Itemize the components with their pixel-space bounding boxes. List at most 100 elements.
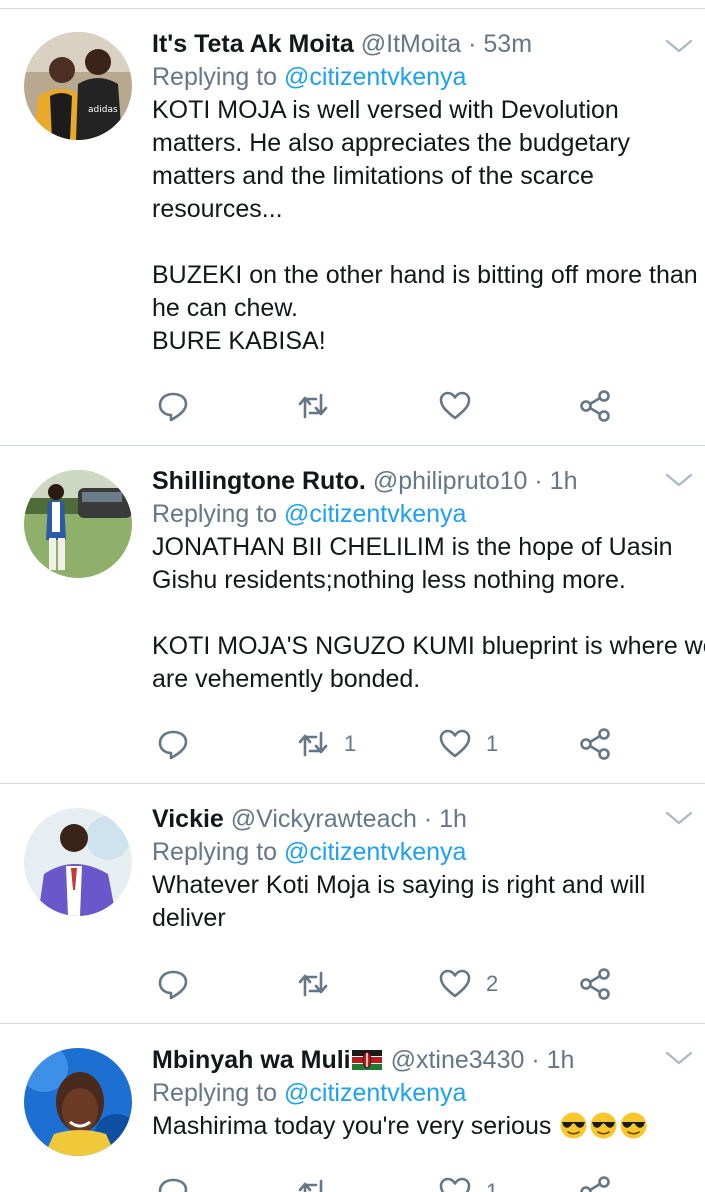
- sunglasses-emoji-icon: [619, 1111, 648, 1140]
- avatar[interactable]: adidas: [24, 32, 132, 140]
- tweet-line: matters. He also appreciates the budgeta…: [152, 129, 631, 157]
- heart-icon: [438, 389, 472, 423]
- tweet-divider: [0, 445, 705, 446]
- tweet-line: are vehemently bonded.: [152, 665, 421, 693]
- tweet-line: BURE KABISA!: [152, 327, 326, 355]
- timestamp[interactable]: · 1h: [534, 467, 577, 495]
- user-handle[interactable]: @Vickyrawteach: [231, 805, 417, 833]
- display-name[interactable]: It's Teta Ak Moita: [152, 30, 354, 58]
- like-button[interactable]: 1: [438, 726, 498, 762]
- like-button[interactable]: 2: [438, 966, 498, 1002]
- timestamp[interactable]: · 1h: [424, 805, 467, 833]
- replying-to-link[interactable]: @citizentvkenya: [284, 63, 466, 91]
- tweet-line: deliver: [152, 904, 226, 932]
- like-button[interactable]: [438, 388, 486, 424]
- tweet-text: JONATHAN BII CHELILIM is the hope of Uas…: [152, 531, 705, 696]
- tweet-line: Gishu residents;nothing less nothing mor…: [152, 566, 626, 594]
- reply-button[interactable]: [156, 726, 204, 762]
- share-button[interactable]: [578, 1174, 612, 1192]
- reply-button[interactable]: [156, 388, 204, 424]
- top-divider: [0, 8, 705, 9]
- display-name[interactable]: Shillingtone Ruto.: [152, 467, 366, 495]
- avatar[interactable]: [24, 808, 132, 916]
- replying-to-label: Replying to: [152, 500, 278, 528]
- replying-to-link[interactable]: @citizentvkenya: [284, 500, 466, 528]
- tweet-line: KOTI MOJA'S NGUZO KUMI blueprint is wher…: [152, 632, 705, 660]
- tweet-text: Whatever Koti Moja is saying is right an…: [152, 869, 700, 935]
- heart-icon: [438, 727, 472, 761]
- retweet-button[interactable]: [296, 1174, 344, 1192]
- replying-to: Replying to @citizentvkenya: [152, 836, 700, 869]
- replying-to-link[interactable]: @citizentvkenya: [284, 1079, 466, 1107]
- tweet-header: It's Teta Ak Moita @ItMoita · 53m: [152, 28, 700, 61]
- tweet-content: Mbinyah wa Muli @xtine3430 · 1h Replying…: [152, 1044, 700, 1143]
- tweet-line: resources...: [152, 195, 283, 223]
- tweet-line: he can chew.: [152, 294, 298, 322]
- retweet-icon: [296, 389, 330, 423]
- tweet-content: Vickie @Vickyrawteach · 1h Replying to @…: [152, 803, 700, 935]
- tweet-divider: [0, 1023, 705, 1024]
- tweet-line: KOTI MOJA is well versed with Devolution: [152, 96, 619, 124]
- replying-to-link[interactable]: @citizentvkenya: [284, 838, 466, 866]
- tweet-content: Shillingtone Ruto. @philipruto10 · 1h Re…: [152, 465, 705, 696]
- retweet-button[interactable]: [296, 966, 344, 1002]
- retweet-icon: [296, 1175, 330, 1192]
- kenya-flag-icon: [351, 1050, 382, 1070]
- reply-button[interactable]: [156, 1174, 204, 1192]
- share-icon: [578, 1175, 612, 1192]
- replying-to: Replying to @citizentvkenya: [152, 61, 700, 94]
- user-handle[interactable]: @xtine3430: [391, 1046, 525, 1074]
- tweet-header: Mbinyah wa Muli @xtine3430 · 1h: [152, 1044, 700, 1077]
- retweet-icon: [296, 727, 330, 761]
- retweet-icon: [296, 967, 330, 1001]
- retweet-count: 1: [344, 731, 357, 756]
- reply-icon: [156, 1175, 190, 1192]
- like-count: 1: [486, 731, 499, 756]
- share-icon: [578, 389, 612, 423]
- tweet-line: matters and the limitations of the scarc…: [152, 162, 594, 190]
- retweet-button[interactable]: [296, 388, 344, 424]
- user-handle[interactable]: @philipruto10: [373, 467, 528, 495]
- display-name[interactable]: Mbinyah wa Muli: [152, 1046, 351, 1074]
- replying-to: Replying to @citizentvkenya: [152, 1077, 700, 1110]
- tweet-actions: 1 1: [152, 726, 652, 762]
- sunglasses-emoji-icon: [559, 1111, 588, 1140]
- replying-to-label: Replying to: [152, 63, 278, 91]
- retweet-button[interactable]: 1: [296, 726, 356, 762]
- display-name[interactable]: Vickie: [152, 805, 224, 833]
- avatar[interactable]: [24, 470, 132, 578]
- tweet-text: KOTI MOJA is well versed with Devolution…: [152, 94, 700, 358]
- svg-text:adidas: adidas: [88, 105, 118, 115]
- like-count: 2: [486, 971, 499, 996]
- tweet-line: BUZEKI on the other hand is bitting off …: [152, 261, 698, 289]
- tweet-actions: 1: [152, 1174, 652, 1192]
- heart-icon: [438, 967, 472, 1001]
- timestamp[interactable]: · 53m: [468, 30, 532, 58]
- sunglasses-emoji-icon: [589, 1111, 618, 1140]
- replying-to-label: Replying to: [152, 1079, 278, 1107]
- like-button[interactable]: 1: [438, 1174, 498, 1192]
- tweet-actions: 2: [152, 966, 652, 1002]
- share-icon: [578, 727, 612, 761]
- share-button[interactable]: [578, 388, 612, 424]
- replying-to: Replying to @citizentvkenya: [152, 498, 700, 531]
- tweet-line: JONATHAN BII CHELILIM is the hope of Uas…: [152, 533, 673, 561]
- tweet-actions: [152, 388, 652, 424]
- tweet-header: Vickie @Vickyrawteach · 1h: [152, 803, 700, 836]
- avatar[interactable]: [24, 1048, 132, 1156]
- replying-to-label: Replying to: [152, 838, 278, 866]
- user-handle[interactable]: @ItMoita: [361, 30, 461, 58]
- tweet-header: Shillingtone Ruto. @philipruto10 · 1h: [152, 465, 700, 498]
- heart-icon: [438, 1175, 472, 1192]
- reply-button[interactable]: [156, 966, 204, 1002]
- tweet-divider: [0, 783, 705, 784]
- timestamp[interactable]: · 1h: [531, 1046, 574, 1074]
- reply-icon: [156, 727, 190, 761]
- share-button[interactable]: [578, 726, 612, 762]
- reply-icon: [156, 967, 190, 1001]
- like-count: 1: [486, 1179, 499, 1192]
- reply-icon: [156, 389, 190, 423]
- share-button[interactable]: [578, 966, 612, 1002]
